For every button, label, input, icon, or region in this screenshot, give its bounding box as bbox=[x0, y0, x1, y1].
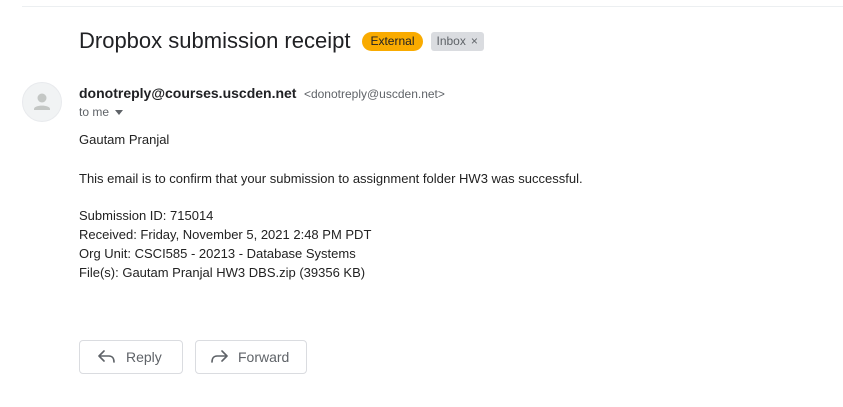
forward-label: Forward bbox=[238, 349, 290, 365]
person-icon bbox=[34, 93, 50, 110]
org-unit: Org Unit: CSCI585 - 20213 - Database Sys… bbox=[79, 246, 356, 261]
reply-label: Reply bbox=[126, 349, 162, 365]
sender-avatar[interactable] bbox=[22, 82, 62, 122]
forward-button[interactable]: Forward bbox=[195, 340, 307, 374]
sender-name[interactable]: donotreply@courses.uscden.net bbox=[79, 85, 296, 101]
reply-arrow-icon bbox=[98, 350, 115, 363]
inbox-label-text: Inbox bbox=[436, 33, 466, 48]
files-info: File(s): Gautam Pranjal HW3 DBS.zip (393… bbox=[79, 265, 366, 280]
greeting: Gautam Pranjal bbox=[79, 132, 170, 147]
recipient-text: to me bbox=[79, 105, 110, 119]
subject-row: Dropbox submission receipt External Inbo… bbox=[79, 26, 484, 56]
received-date: Received: Friday, November 5, 2021 2:48 … bbox=[79, 227, 372, 242]
inbox-label[interactable]: Inbox × bbox=[430, 31, 484, 51]
recipient-row[interactable]: to me bbox=[79, 105, 124, 119]
chevron-down-icon[interactable] bbox=[115, 109, 124, 115]
external-label: External bbox=[362, 31, 423, 51]
header-divider bbox=[22, 6, 843, 7]
confirmation-text: This email is to confirm that your submi… bbox=[79, 171, 583, 186]
forward-arrow-icon bbox=[211, 350, 228, 363]
sender-row: donotreply@courses.uscden.net <donotrepl… bbox=[79, 85, 445, 103]
reply-button[interactable]: Reply bbox=[79, 340, 183, 374]
submission-id: Submission ID: 715014 bbox=[79, 208, 214, 223]
email-subject: Dropbox submission receipt bbox=[79, 28, 351, 53]
remove-label-icon[interactable]: × bbox=[471, 34, 478, 49]
sender-email: <donotreply@uscden.net> bbox=[303, 87, 445, 101]
